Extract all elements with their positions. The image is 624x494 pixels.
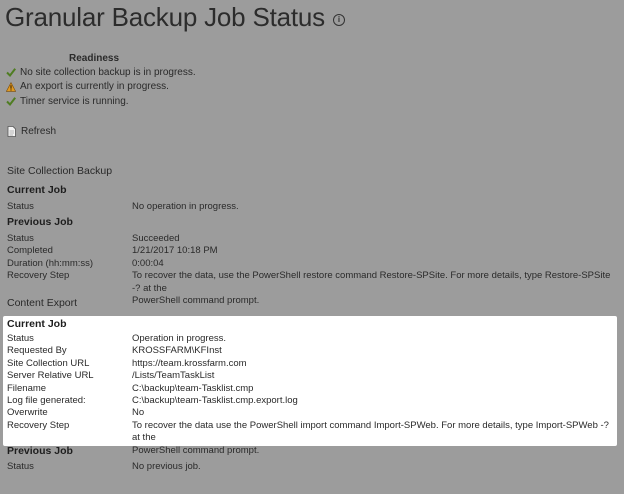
detail-value: Succeeded — [132, 233, 180, 244]
previous-export-details: Status No previous job. — [7, 461, 619, 473]
detail-value: KROSSFARM\KFInst — [132, 345, 222, 357]
current-job-heading: Current Job — [7, 184, 67, 196]
detail-key: Log file generated: — [7, 395, 86, 407]
detail-key: Status — [7, 461, 34, 472]
detail-row: Site Collection URL https://team.krossfa… — [7, 358, 619, 370]
detail-value: 0:00:04 — [132, 257, 164, 269]
page-header: Granular Backup Job Status i — [5, 2, 345, 33]
refresh-button[interactable]: Refresh — [7, 126, 56, 137]
detail-value-line: PowerShell command prompt. — [132, 295, 260, 307]
readiness-item-text: No site collection backup is in progress… — [20, 66, 196, 78]
detail-key: Overwrite — [7, 407, 48, 419]
readiness-item: An export is currently in progress. — [6, 80, 306, 95]
readiness-item: Timer service is running. — [6, 94, 306, 109]
detail-row: Status Succeeded — [7, 233, 619, 245]
current-job-details: Status No operation in progress. — [7, 201, 619, 213]
detail-value-line: To recover the data, use the PowerShell … — [132, 270, 611, 294]
previous-job-heading: Previous Job — [7, 445, 73, 457]
detail-value-line: PowerShell command prompt. — [132, 444, 260, 456]
detail-value-line: To recover the data use the PowerShell i… — [132, 419, 609, 444]
detail-key: Duration (hh:mm:ss) — [7, 257, 94, 269]
previous-job-heading: Previous Job — [7, 216, 73, 228]
detail-key: Server Relative URL — [7, 370, 94, 382]
refresh-label: Refresh — [21, 126, 57, 137]
detail-row: Server Relative URL /Lists/TeamTaskList — [7, 370, 619, 382]
detail-value: Operation in progress. — [132, 333, 226, 344]
detail-row: Status No operation in progress. — [7, 201, 619, 213]
detail-key: Status — [7, 233, 34, 244]
detail-key: Status — [7, 333, 34, 344]
detail-key: Filename — [7, 382, 47, 394]
page-title: Granular Backup Job Status — [5, 2, 325, 32]
current-job-heading: Current Job — [7, 318, 67, 330]
readiness-item: No site collection backup is in progress… — [6, 65, 306, 80]
detail-value: https://team.krossfarm.com — [132, 357, 247, 369]
detail-row: Status No previous job. — [7, 461, 619, 473]
detail-value: 1/21/2017 10:18 PM — [132, 245, 218, 257]
detail-key: Status — [7, 201, 34, 212]
detail-row: Status Operation in progress. — [7, 333, 619, 345]
readiness-item-text: An export is currently in progress. — [20, 81, 169, 93]
detail-row: Requested By KROSSFARM\KFInst — [7, 345, 619, 357]
detail-value: No — [132, 407, 145, 419]
site-collection-backup-title: Site Collection Backup — [7, 165, 113, 177]
info-circle-icon[interactable]: i — [332, 13, 345, 26]
checkmark-icon — [6, 68, 16, 78]
previous-job-details: Status Succeeded Completed 1/21/2017 10:… — [7, 233, 619, 307]
detail-value: No previous job. — [132, 461, 201, 472]
current-export-details: Status Operation in progress. Requested … — [7, 333, 619, 457]
detail-row: Recovery Step To recover the data use th… — [7, 420, 619, 457]
detail-value: C:\backup\team-Tasklist.cmp.export.log — [132, 395, 298, 407]
detail-value: C:\backup\team-Tasklist.cmp — [132, 382, 254, 394]
detail-row: Duration (hh:mm:ss) 0:00:04 — [7, 258, 619, 270]
checkmark-icon — [6, 97, 16, 107]
content-export-title: Content Export — [7, 297, 78, 309]
detail-key: Requested By — [7, 345, 67, 357]
detail-value: To recover the data use the PowerShell i… — [132, 420, 619, 457]
detail-row: Overwrite No — [7, 407, 619, 419]
readiness-panel: Readiness No site collection backup is i… — [6, 52, 306, 109]
detail-row: Recovery Step To recover the data, use t… — [7, 270, 619, 307]
warning-icon — [6, 81, 16, 92]
detail-value: To recover the data, use the PowerShell … — [132, 270, 619, 307]
refresh-icon — [7, 126, 16, 137]
detail-row: Filename C:\backup\team-Tasklist.cmp — [7, 383, 619, 395]
detail-row: Completed 1/21/2017 10:18 PM — [7, 245, 619, 257]
detail-key: Completed — [7, 245, 53, 257]
readiness-item-text: Timer service is running. — [20, 95, 129, 107]
detail-value: No operation in progress. — [132, 201, 239, 212]
detail-key: Site Collection URL — [7, 357, 90, 369]
detail-row: Log file generated: C:\backup\team-Taskl… — [7, 395, 619, 407]
detail-value: /Lists/TeamTaskList — [132, 370, 215, 382]
readiness-heading: Readiness — [69, 53, 120, 64]
